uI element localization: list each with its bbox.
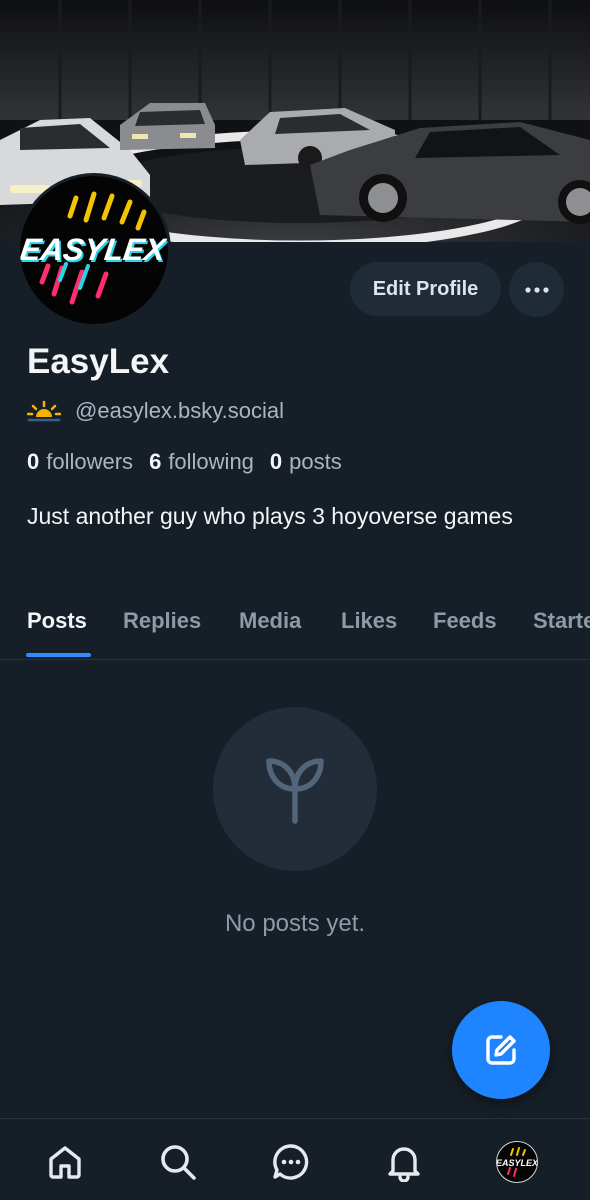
tab-posts[interactable]: Posts [27, 598, 87, 659]
profile-tabs: Posts Replies Media Likes Feeds Starter … [0, 598, 590, 660]
chat-icon [273, 1144, 309, 1180]
sunrise-icon [27, 400, 61, 422]
search-icon [161, 1145, 196, 1180]
nav-chat[interactable] [268, 1139, 314, 1185]
posts-stat: 0 posts [270, 449, 342, 475]
ellipsis-icon [524, 286, 549, 293]
display-name: EasyLex [27, 342, 170, 381]
compose-post-button[interactable] [452, 1001, 550, 1099]
nav-home[interactable] [42, 1139, 88, 1185]
following-label: following [168, 449, 254, 474]
empty-state-icon-container [213, 707, 377, 871]
tab-media[interactable]: Media [239, 598, 301, 659]
active-tab-indicator [26, 653, 91, 657]
following-count: 6 [149, 449, 162, 474]
nav-notifications[interactable] [381, 1139, 427, 1185]
tab-feeds[interactable]: Feeds [433, 598, 497, 659]
avatar-logo: EASYLEX EASYLEX [20, 191, 168, 305]
posts-count: 0 [269, 449, 283, 474]
profile-avatar-small: EASYLEX [496, 1141, 538, 1183]
handle: @easylex.bsky.social [75, 398, 284, 423]
handle-row: @easylex.bsky.social [27, 396, 284, 426]
seedling-icon [266, 758, 324, 824]
nav-profile[interactable]: EASYLEX [494, 1139, 540, 1185]
nav-search[interactable] [155, 1139, 201, 1185]
compose-icon [486, 1035, 516, 1065]
followers-stat[interactable]: 0 followers [27, 449, 133, 475]
tab-starter-packs[interactable]: Starter Packs [533, 598, 590, 659]
svg-text:EASYLEX: EASYLEX [20, 232, 168, 267]
home-icon [49, 1146, 81, 1179]
edit-profile-button[interactable]: Edit Profile [350, 262, 501, 316]
bottom-navigation: EASYLEX [0, 1118, 590, 1200]
following-stat[interactable]: 6 following [149, 449, 254, 475]
bell-icon [388, 1147, 420, 1182]
tab-likes[interactable]: Likes [341, 598, 397, 659]
avatar-logo-small: EASYLEX [497, 1147, 537, 1177]
followers-count: 0 [27, 449, 40, 474]
profile-bio: Just another guy who plays 3 hoyoverse g… [27, 503, 513, 529]
tab-replies[interactable]: Replies [123, 598, 201, 659]
followers-label: followers [46, 449, 134, 474]
posts-label: posts [289, 449, 342, 474]
profile-avatar[interactable]: EASYLEX EASYLEX [17, 173, 171, 327]
profile-stats: 0 followers 6 following 0 posts [27, 449, 358, 475]
more-options-button[interactable] [509, 262, 564, 317]
empty-state-text: No posts yet. [224, 910, 366, 937]
svg-text:EASYLEX: EASYLEX [497, 1158, 537, 1168]
